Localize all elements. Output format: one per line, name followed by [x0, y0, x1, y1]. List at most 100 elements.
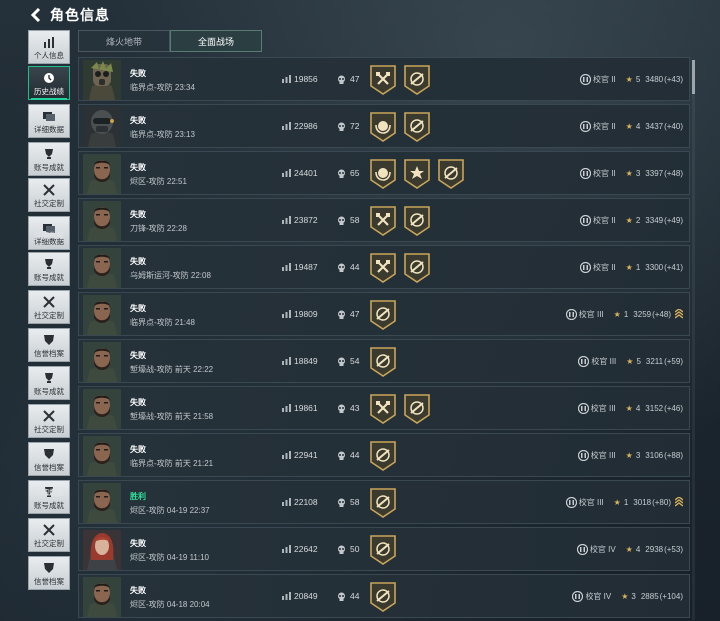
tab-beacon-zone[interactable]: 烽火地带 [78, 30, 170, 52]
match-score: 19487 [282, 262, 318, 272]
medal-axes-icon[interactable] [369, 205, 397, 237]
match-row[interactable]: 失败 乌姆斯运河-攻防 22:08 19487 44 校官 II ★ 1 3300 (+41) [78, 245, 690, 289]
match-result: 失败 [130, 116, 146, 125]
star-icon: ★ [625, 122, 633, 131]
match-kills-value: 50 [350, 544, 360, 554]
sidebar-item-crossed-tools[interactable]: 社交定制 [28, 518, 70, 552]
match-row[interactable]: 失败 烬区-攻防 04-18 20:04 20849 44 校官 IV ★ 3 2885 (+1… [78, 574, 690, 618]
match-kills-value: 44 [350, 591, 360, 601]
match-row[interactable]: 失败 烬区-攻防 22:51 24401 65 校官 II ★ 3 3397 (+48) [78, 151, 690, 195]
sidebar-overlay-label: 详细数据 [34, 488, 64, 497]
medal-rifle-icon[interactable] [403, 205, 431, 237]
match-row[interactable]: 失败 临界点-攻防 23:34 19856 47 校官 II ★ 5 3480 (+43) [78, 57, 690, 101]
medal-star-icon[interactable] [403, 158, 431, 190]
skull-icon [338, 216, 345, 225]
score-bars-icon [282, 122, 291, 130]
rank-rating-delta: (+41) [664, 263, 683, 272]
sidebar-item-shield[interactable]: 信誉档案 [28, 556, 70, 590]
skull-icon [338, 263, 345, 272]
match-row[interactable]: 失败 烬区-攻防 04-19 11:10 22642 50 校官 IV ★ 4 2938 (+5… [78, 527, 690, 571]
chevron-stripes-icon [675, 497, 683, 507]
medal-wreath-icon[interactable] [369, 158, 397, 190]
rank-level: 5 [635, 75, 641, 84]
medal-wreath-icon[interactable] [369, 111, 397, 143]
sidebar-item-label: 个人信息 [34, 51, 64, 60]
sidebar-item-label: 信誉档案 [34, 349, 64, 358]
medal-rifle-icon[interactable] [369, 487, 397, 519]
rank-rating-delta: (+46) [664, 404, 683, 413]
medal-rifle-icon[interactable] [369, 299, 397, 331]
rank-name: 校官 II [593, 263, 616, 272]
rank-emblem-icon [577, 403, 589, 414]
match-kills-value: 65 [350, 168, 360, 178]
medal-rifle-icon[interactable] [403, 393, 431, 425]
match-kills-value: 44 [350, 450, 360, 460]
match-map-mode-time: 乌姆斯运河-攻防 22:08 [130, 271, 211, 280]
match-score-value: 19861 [294, 403, 318, 413]
scroll-thumb[interactable] [692, 60, 695, 94]
medal-rifle-icon[interactable] [369, 581, 397, 613]
rank-info: 校官 II ★ 5 3480 (+43) [580, 74, 683, 85]
match-result: 失败 [130, 163, 146, 172]
sidebar: 个人信息 历史战绩 详细数据 账号成就 社交定制 详细数据 账号成就 社交定制 信誉档案 账号成就… [28, 30, 70, 621]
match-kills: 44 [337, 450, 359, 460]
sidebar-item-trophy[interactable]: 账号成就 [28, 366, 70, 400]
match-row[interactable]: 失败 刀锋-攻防 22:28 23872 58 校官 II ★ 2 3349 (+49) [78, 198, 690, 242]
star-icon: ★ [613, 498, 621, 507]
match-score-value: 22108 [294, 497, 318, 507]
medal-axes-icon[interactable] [369, 64, 397, 96]
skull-icon [338, 545, 345, 554]
tab-all-out-warfare[interactable]: 全面战场 [170, 30, 262, 52]
rank-info: 校官 II ★ 4 3437 (+40) [580, 121, 683, 132]
match-score-value: 22941 [294, 450, 318, 460]
sidebar-item-crossed-tools[interactable]: 社交定制 [28, 290, 70, 324]
match-score: 23872 [282, 215, 318, 225]
match-row[interactable]: 胜利 烬区-攻防 04-19 22:37 22108 58 校官 III ★ 1 3018 (+… [78, 480, 690, 524]
sidebar-item-crossed-tools[interactable]: 社交定制 [28, 178, 70, 212]
match-result: 失败 [130, 304, 146, 313]
scrollbar[interactable] [692, 60, 695, 620]
medal-rifle-icon[interactable] [369, 346, 397, 378]
medal-list [369, 487, 397, 519]
sidebar-item-label: 社交定制 [34, 425, 64, 434]
match-score: 18849 [282, 356, 318, 366]
sidebar-item-trophy[interactable]: 账号成就 [28, 142, 70, 176]
avatar [83, 530, 121, 570]
match-row[interactable]: 失败 临界点-攻防 23:13 22986 72 校官 II ★ 4 3437 (+40) [78, 104, 690, 148]
sidebar-item-shield[interactable]: 信誉档案 [28, 442, 70, 476]
medal-rifle-icon[interactable] [403, 111, 431, 143]
rank-rating-delta: (+48) [652, 310, 671, 319]
medal-axes-icon[interactable] [369, 252, 397, 284]
rank-emblem-icon [578, 356, 590, 367]
sidebar-item-shield[interactable]: 信誉档案 [28, 328, 70, 362]
crossed-tools-icon [43, 410, 55, 422]
medal-rifle-icon[interactable] [403, 64, 431, 96]
match-row[interactable]: 失败 堑壕战-攻防 前天 22:22 18849 54 校官 III ★ 5 3211 (+59… [78, 339, 690, 383]
sidebar-item-trophy[interactable]: 账号成就 [28, 252, 70, 286]
rank-emblem-icon [576, 544, 588, 555]
match-row[interactable]: 失败 临界点-攻防 21:48 19809 47 校官 III ★ 1 3259 (+48) [78, 292, 690, 336]
match-score: 22986 [282, 121, 318, 131]
sidebar-item-cards[interactable]: 详细数据 [28, 104, 70, 138]
medal-rifle-icon[interactable] [403, 252, 431, 284]
sidebar-item-bar-chart[interactable]: 个人信息 [28, 30, 70, 64]
rank-rating-delta: (+48) [664, 169, 683, 178]
medal-rifle-icon[interactable] [437, 158, 465, 190]
avatar [83, 342, 121, 382]
medal-axes-icon[interactable] [369, 393, 397, 425]
sidebar-item-clock[interactable]: 历史战绩 [28, 66, 70, 100]
rank-rating: 3259 [633, 310, 652, 319]
match-row[interactable]: 失败 堑壕战-攻防 前天 21:58 19861 43 校官 III ★ 4 3152 (+46… [78, 386, 690, 430]
match-result: 失败 [130, 257, 146, 266]
match-row[interactable]: 失败 临界点-攻防 前天 21:21 22941 44 校官 III ★ 3 3106 (+88… [78, 433, 690, 477]
sidebar-item-label: 账号成就 [34, 163, 64, 172]
sidebar-item-crossed-tools[interactable]: 社交定制 [28, 404, 70, 438]
medal-rifle-icon[interactable] [369, 534, 397, 566]
back-button[interactable] [22, 0, 50, 30]
match-map-mode-time: 临界点-攻防 前天 21:21 [130, 459, 214, 468]
rank-emblem-icon [580, 262, 591, 273]
match-kills-value: 54 [350, 356, 360, 366]
trophy-icon [45, 259, 53, 269]
score-bars-icon [282, 216, 291, 224]
medal-rifle-icon[interactable] [369, 440, 397, 472]
